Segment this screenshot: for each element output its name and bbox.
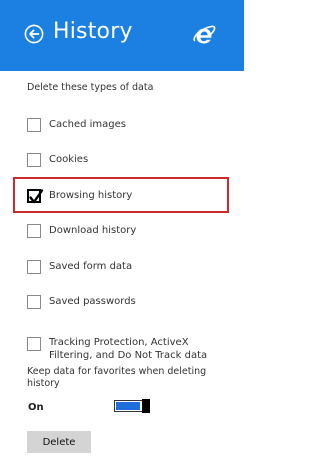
saved-passwords-checkbox[interactable] (27, 295, 41, 309)
saved-form-data-checkbox[interactable] (27, 260, 41, 274)
keep-favorites-label: Keep data for favorites when deleting hi… (27, 366, 207, 389)
cached-images-label: Cached images (49, 119, 126, 130)
toggle-knob[interactable] (142, 399, 150, 413)
cookies-checkbox[interactable] (27, 153, 41, 167)
cached-images-checkbox[interactable] (27, 118, 41, 132)
delete-button[interactable]: Delete (27, 431, 91, 453)
option-browsing-history[interactable]: Browsing history (27, 189, 227, 209)
option-saved-passwords[interactable]: Saved passwords (27, 295, 227, 315)
saved-form-data-label: Saved form data (49, 261, 133, 272)
toggle-state-label: On (28, 402, 44, 413)
checkmark-icon (29, 189, 44, 204)
download-history-label: Download history (49, 225, 137, 236)
keep-favorites-toggle[interactable] (114, 399, 150, 413)
option-saved-form-data[interactable]: Saved form data (27, 260, 227, 280)
option-tracking-protection[interactable]: Tracking Protection, ActiveX Filtering, … (27, 337, 227, 363)
toggle-fill (116, 402, 140, 410)
page-title: History (53, 19, 133, 44)
tracking-protection-checkbox[interactable] (27, 337, 41, 351)
browsing-history-label: Browsing history (49, 190, 133, 201)
back-arrow-icon (24, 24, 44, 44)
internet-explorer-logo-icon (192, 23, 216, 47)
download-history-checkbox[interactable] (27, 224, 41, 238)
header-bar: History (0, 0, 244, 71)
tracking-protection-label: Tracking Protection, ActiveX Filtering, … (49, 337, 208, 361)
cookies-label: Cookies (49, 154, 89, 165)
back-button[interactable] (24, 24, 44, 44)
saved-passwords-label: Saved passwords (49, 296, 136, 307)
section-label: Delete these types of data (27, 82, 154, 93)
option-cached-images[interactable]: Cached images (27, 118, 227, 138)
option-download-history[interactable]: Download history (27, 224, 227, 244)
browsing-history-checkbox[interactable] (27, 189, 44, 204)
option-cookies[interactable]: Cookies (27, 153, 227, 173)
